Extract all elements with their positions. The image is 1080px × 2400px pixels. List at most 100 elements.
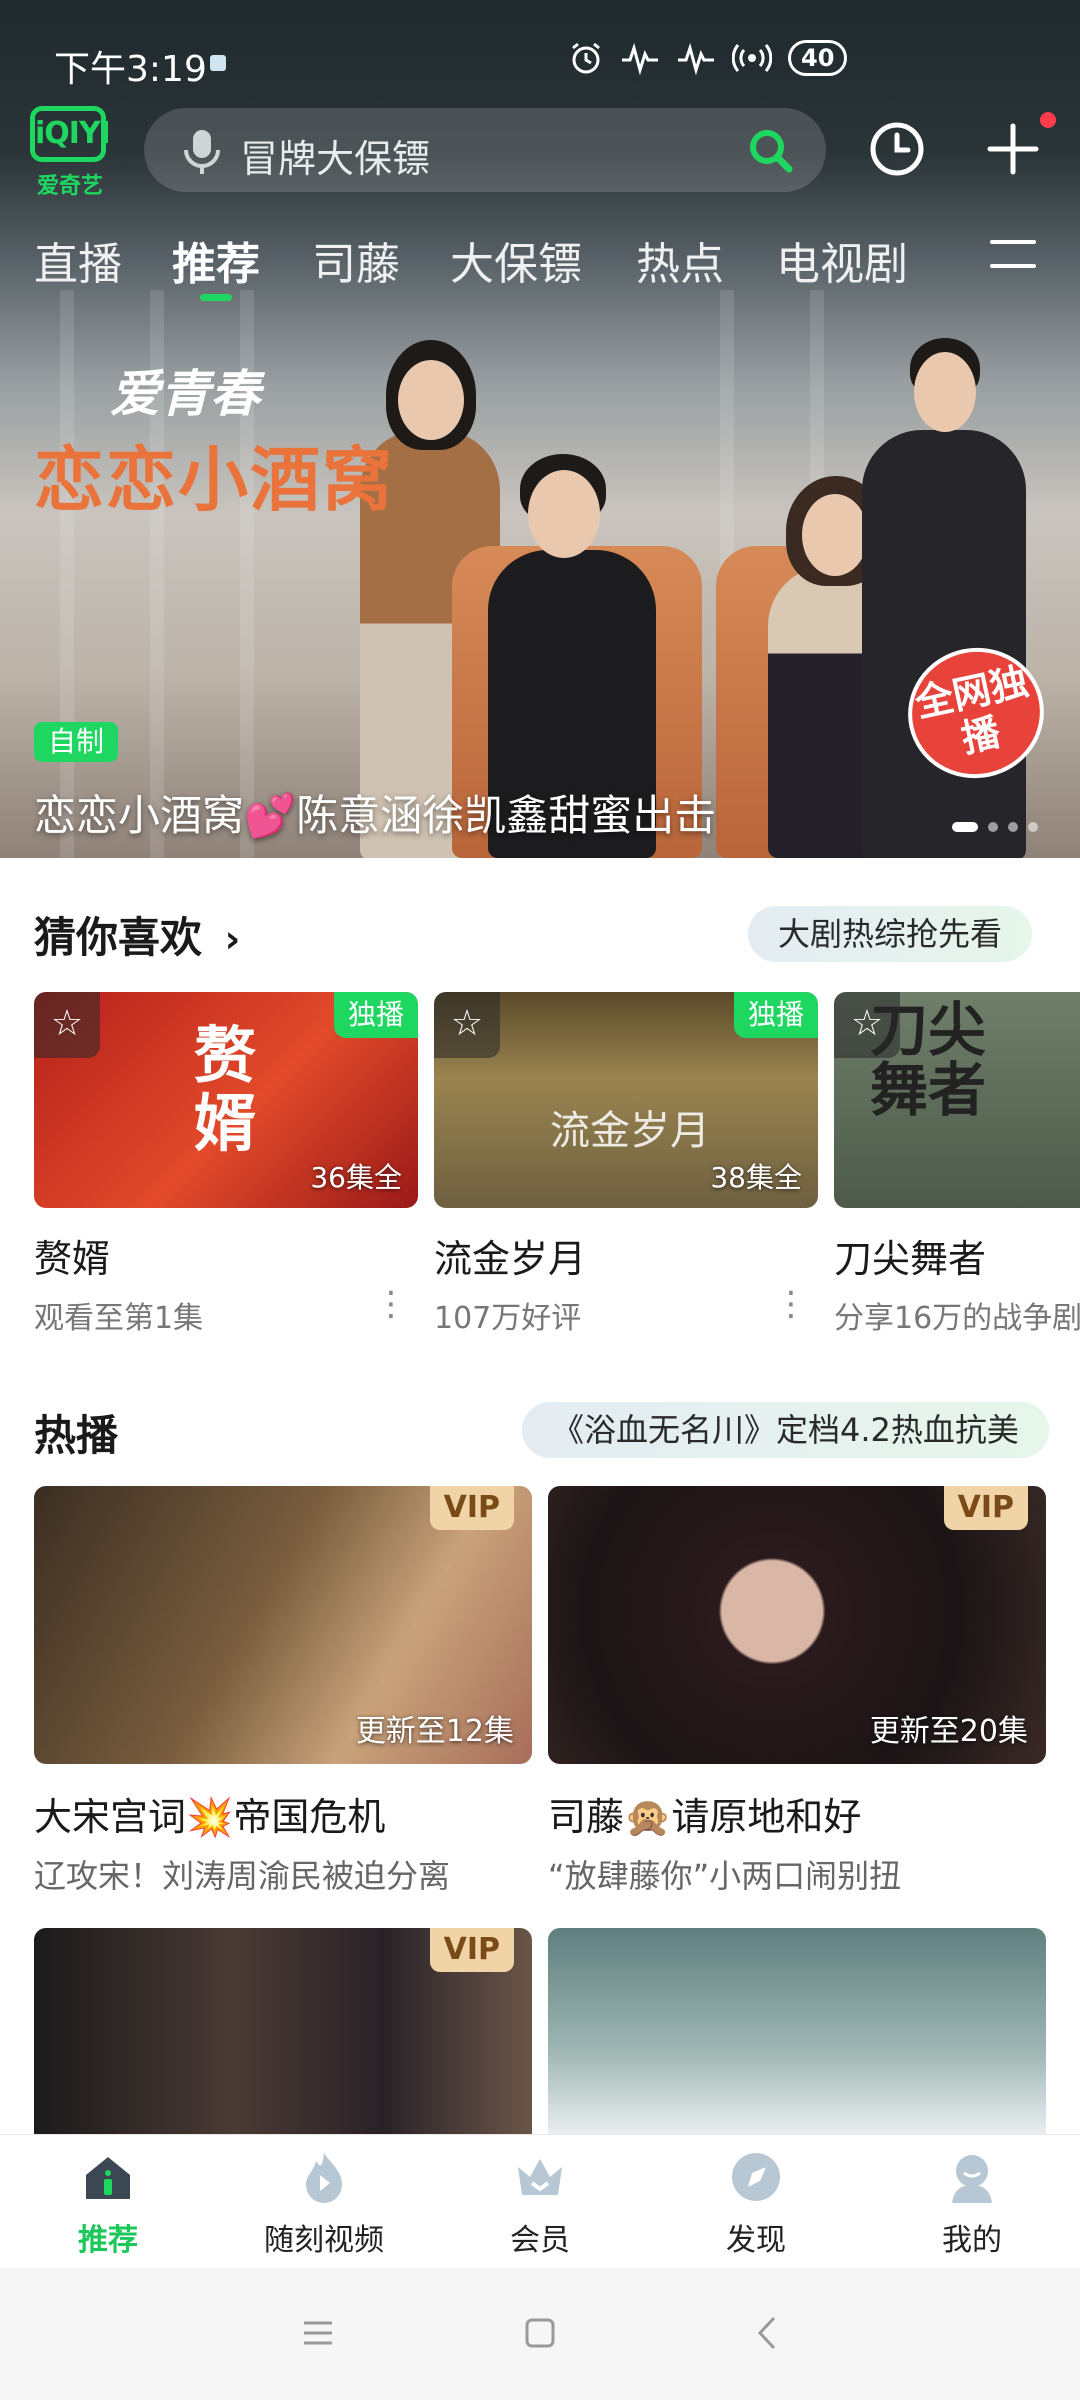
notification-icon [210, 55, 226, 71]
show-card[interactable]: VIP [34, 1928, 532, 2134]
search-placeholder: 冒牌大保镖 [240, 137, 431, 181]
nav-label: 发现 [726, 2223, 786, 2258]
thumbnail-title-art: 赘婿 [194, 1019, 257, 1160]
logo-mark: iQIYI [30, 106, 111, 162]
section-promo-pill[interactable]: 大剧热综抢先看 [748, 906, 1033, 962]
show-subtitle: “放肆藤你”小两口闹别扭 [548, 1857, 902, 1895]
chevron-right-icon: › [224, 917, 241, 961]
show-subtitle: 分享16万的战争剧 [834, 1301, 1080, 1336]
section-title-text: 猜你喜欢 [34, 913, 203, 962]
carousel-dot [952, 822, 978, 832]
nav-discover[interactable]: 发现 [676, 2149, 836, 2259]
vip-badge: VIP [429, 1928, 514, 1972]
tab-siteng[interactable]: 司藤 [312, 228, 400, 292]
tab-tv-series[interactable]: 电视剧 [776, 228, 908, 292]
channel-tabs: 直播 推荐 司藤 大保镖 热点 电视剧 [0, 228, 1080, 308]
system-navigation-bar [0, 2268, 1080, 2400]
episode-count: 38集全 [710, 1161, 802, 1194]
battery-indicator: 40 [788, 40, 848, 76]
recent-apps-icon[interactable] [288, 2308, 348, 2358]
show-thumbnail: VIP 更新至20集 [548, 1486, 1046, 1764]
carousel-dot [988, 822, 998, 832]
show-card[interactable]: VIP 更新至12集 大宋宫词💥帝国危机 辽攻宋！刘涛周渝民被迫分离 [34, 1486, 532, 1897]
active-tab-indicator [200, 294, 232, 301]
carousel-dot [1028, 822, 1038, 832]
logo-text: 爱奇艺 [36, 174, 103, 199]
exclusive-badge: 独播 [733, 992, 818, 1038]
notification-dot [1040, 112, 1056, 128]
vip-badge: VIP [429, 1486, 514, 1530]
home-button-icon[interactable] [510, 2308, 570, 2358]
flame-icon [306, 2153, 342, 2203]
nav-vip[interactable]: 会员 [460, 2149, 620, 2259]
show-subtitle: 观看至第1集 [34, 1301, 204, 1336]
show-subtitle: 107万好评 [434, 1301, 582, 1336]
vip-badge: VIP [943, 1486, 1028, 1530]
section-promo-pill[interactable]: 《浴血无名川》定档4.2热血抗美 [522, 1402, 1049, 1458]
section-title-hot: 热播 [34, 1411, 119, 1460]
carousel-indicator [952, 822, 1038, 832]
show-subtitle: 辽攻宋！刘涛周渝民被迫分离 [34, 1857, 451, 1895]
carousel-dot [1008, 822, 1018, 832]
star-icon[interactable]: ☆ [834, 992, 900, 1058]
hero-caption[interactable]: 恋恋小酒窝💕陈意涵徐凯鑫甜蜜出击 [34, 782, 716, 843]
hotspot-icon [732, 44, 772, 72]
show-thumbnail: 刀尖舞者 ☆ [834, 992, 1080, 1208]
user-avatar-icon [952, 2155, 992, 2203]
star-icon[interactable]: ☆ [34, 992, 100, 1058]
more-options-icon[interactable]: ⋮ [374, 1284, 408, 1324]
episode-count: 36集全 [310, 1161, 402, 1194]
back-arrow-icon[interactable] [738, 2308, 798, 2358]
show-card[interactable]: 刀尖舞者 ☆ 刀尖舞者 分享16万的战争剧 [834, 992, 1080, 1337]
nav-label: 我的 [942, 2223, 1002, 2258]
signal-pulse-icon [678, 42, 714, 76]
iqiyi-logo[interactable]: iQIYI 爱奇艺 [30, 106, 111, 199]
show-card[interactable] [548, 1928, 1046, 2134]
more-options-icon[interactable]: ⋮ [774, 1284, 808, 1324]
nav-suike-video[interactable]: 随刻视频 [244, 2149, 404, 2259]
section-title-guess[interactable]: 猜你喜欢 › [34, 904, 240, 965]
show-thumbnail: 流金岁月 ☆ 独播 38集全 [434, 992, 818, 1208]
tab-live[interactable]: 直播 [34, 228, 122, 292]
signal-pulse-icon [622, 42, 658, 76]
episode-update: 更新至20集 [869, 1714, 1028, 1749]
thumbnail-title-art: 流金岁月 [550, 1108, 710, 1154]
nav-recommend[interactable]: 推荐 [28, 2149, 188, 2259]
show-title: 刀尖舞者 [834, 1237, 987, 1281]
channel-menu-icon[interactable] [990, 240, 1036, 280]
show-thumbnail [548, 1928, 1046, 2134]
crown-icon [518, 2159, 562, 2195]
show-card[interactable]: VIP 更新至20集 司藤🙊请原地和好 “放肆藤你”小两口闹别扭 [548, 1486, 1046, 1897]
star-icon[interactable]: ☆ [434, 992, 500, 1058]
tab-recommend[interactable]: 推荐 [172, 228, 260, 292]
show-card[interactable]: 赘婿 ☆ 独播 36集全 赘婿 观看至第1集 ⋮ [34, 992, 418, 1337]
show-thumbnail: VIP [34, 1928, 532, 2134]
search-bar[interactable]: 冒牌大保镖 [144, 108, 826, 192]
nav-label: 推荐 [78, 2223, 138, 2258]
compass-icon [732, 2153, 780, 2201]
microphone-icon[interactable] [180, 128, 224, 176]
plus-icon[interactable] [984, 120, 1042, 178]
nav-profile[interactable]: 我的 [892, 2149, 1052, 2259]
show-card[interactable]: 流金岁月 ☆ 独播 38集全 流金岁月 107万好评 ⋮ [434, 992, 818, 1337]
hero-banner[interactable]: 爱青春 恋恋小酒窝 全网独播 自制 恋恋小酒窝💕陈意涵徐凯鑫甜蜜出击 下午3:1… [0, 0, 1080, 858]
tab-hot[interactable]: 热点 [636, 228, 724, 292]
show-title: 流金岁月 [434, 1237, 587, 1281]
person-figure [862, 430, 1026, 858]
status-time: 下午3:19 [54, 49, 207, 90]
hero-show-brand: 爱青春 [110, 365, 260, 423]
search-icon[interactable] [746, 126, 796, 176]
status-bar: 下午3:19 40 [0, 0, 1080, 110]
person-face [802, 494, 868, 576]
hero-show-logo: 恋恋小酒窝 [34, 439, 394, 521]
tab-bodyguard[interactable]: 大保镖 [450, 228, 582, 292]
show-title: 赘婿 [34, 1237, 111, 1281]
show-title: 大宋宫词💥帝国危机 [34, 1795, 386, 1839]
nav-label: 会员 [510, 2223, 570, 2258]
show-thumbnail: VIP 更新至12集 [34, 1486, 532, 1764]
alarm-icon [572, 42, 600, 74]
home-icon [86, 2157, 130, 2199]
self-produced-tag: 自制 [34, 722, 119, 762]
history-clock-icon[interactable] [868, 120, 926, 178]
exclusive-badge: 独播 [333, 992, 418, 1038]
